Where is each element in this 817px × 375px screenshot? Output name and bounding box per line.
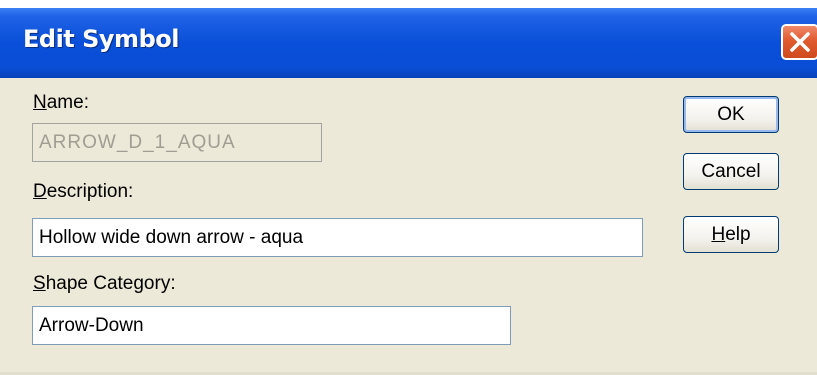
close-x-icon <box>790 32 810 52</box>
close-button[interactable] <box>781 24 817 60</box>
name-field: ARROW_D_1_AQUA <box>32 123 322 162</box>
help-button[interactable]: Help <box>683 216 779 253</box>
title-bar[interactable]: Edit Symbol <box>0 8 817 78</box>
dialog-title: Edit Symbol <box>23 25 179 53</box>
ok-button[interactable]: OK <box>683 96 779 133</box>
cancel-button[interactable]: Cancel <box>683 153 779 190</box>
description-label: Description: <box>33 181 134 202</box>
shape-category-input[interactable]: Arrow-Down <box>32 306 511 345</box>
description-input[interactable]: Hollow wide down arrow - aqua <box>32 218 643 257</box>
shape-category-label: Shape Category: <box>33 273 176 294</box>
edit-symbol-dialog: Edit Symbol Name: ARROW_D_1_AQUA Descrip… <box>0 8 817 375</box>
name-label: Name: <box>33 92 89 113</box>
